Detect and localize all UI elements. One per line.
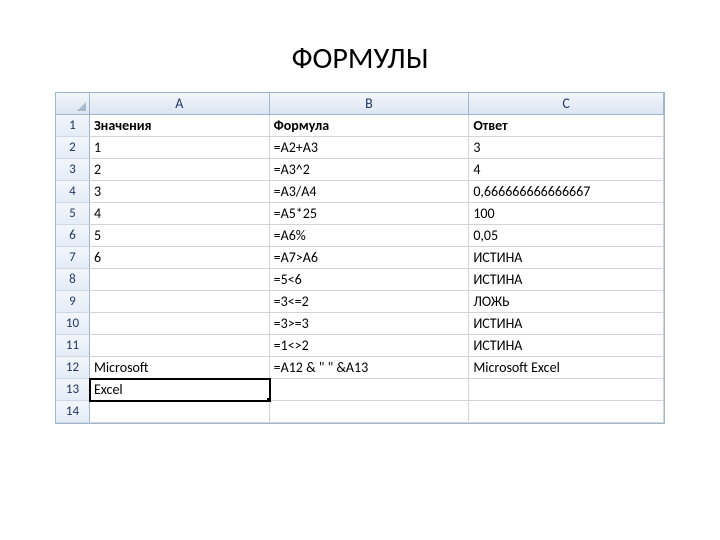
row-header-4[interactable]: 4 bbox=[56, 181, 90, 203]
cell-A9[interactable] bbox=[90, 291, 270, 313]
row-header-7[interactable]: 7 bbox=[56, 247, 90, 269]
cell-B10[interactable]: =3>=3 bbox=[270, 313, 470, 335]
row-header-11[interactable]: 11 bbox=[56, 335, 90, 357]
cell-C2[interactable]: 3 bbox=[469, 137, 664, 159]
cell-C10[interactable]: ИСТИНА bbox=[469, 313, 664, 335]
col-header-B[interactable]: B bbox=[270, 93, 470, 115]
row-header-12[interactable]: 12 bbox=[56, 357, 90, 379]
table-row: 4 3 =А3/А4 0,666666666666667 bbox=[56, 181, 664, 203]
table-row: 10 =3>=3 ИСТИНА bbox=[56, 313, 664, 335]
cell-B5[interactable]: =А5*25 bbox=[270, 203, 470, 225]
cell-C9[interactable]: ЛОЖЬ bbox=[469, 291, 664, 313]
cell-A10[interactable] bbox=[90, 313, 270, 335]
cell-A5[interactable]: 4 bbox=[90, 203, 270, 225]
cell-C14[interactable] bbox=[469, 401, 664, 423]
cell-B12[interactable]: =А12 & " " &А13 bbox=[270, 357, 470, 379]
cell-B7[interactable]: =А7>А6 bbox=[270, 247, 470, 269]
row-header-13[interactable]: 13 bbox=[56, 379, 90, 401]
cell-B9[interactable]: =3<=2 bbox=[270, 291, 470, 313]
cell-A2[interactable]: 1 bbox=[90, 137, 270, 159]
cell-C4[interactable]: 0,666666666666667 bbox=[469, 181, 664, 203]
row-header-9[interactable]: 9 bbox=[56, 291, 90, 313]
cell-A1[interactable]: Значения bbox=[90, 115, 270, 137]
row-header-2[interactable]: 2 bbox=[56, 137, 90, 159]
table-row: 13 Excel bbox=[56, 379, 664, 401]
col-header-A[interactable]: A bbox=[90, 93, 270, 115]
table-row: 11 =1<>2 ИСТИНА bbox=[56, 335, 664, 357]
cell-A8[interactable] bbox=[90, 269, 270, 291]
table-row: 9 =3<=2 ЛОЖЬ bbox=[56, 291, 664, 313]
cell-C8[interactable]: ИСТИНА bbox=[469, 269, 664, 291]
cell-B14[interactable] bbox=[270, 401, 470, 423]
table-row: 8 =5<6 ИСТИНА bbox=[56, 269, 664, 291]
table-row: 1 Значения Формула Ответ bbox=[56, 115, 664, 137]
col-header-C[interactable]: C bbox=[469, 93, 664, 115]
cell-C1[interactable]: Ответ bbox=[469, 115, 664, 137]
cell-C12[interactable]: Microsoft Excel bbox=[469, 357, 664, 379]
table-row: 7 6 =А7>А6 ИСТИНА bbox=[56, 247, 664, 269]
cell-A13[interactable]: Excel bbox=[90, 379, 270, 401]
cell-C3[interactable]: 4 bbox=[469, 159, 664, 181]
cell-B2[interactable]: =А2+А3 bbox=[270, 137, 470, 159]
cell-A4[interactable]: 3 bbox=[90, 181, 270, 203]
cell-C13[interactable] bbox=[469, 379, 664, 401]
cell-A12[interactable]: Microsoft bbox=[90, 357, 270, 379]
row-header-3[interactable]: 3 bbox=[56, 159, 90, 181]
cell-B3[interactable]: =А3^2 bbox=[270, 159, 470, 181]
spreadsheet-grid: A B C 1 Значения Формула Ответ 2 1 =А2+А… bbox=[55, 92, 665, 424]
table-row: 14 bbox=[56, 401, 664, 423]
cell-B11[interactable]: =1<>2 bbox=[270, 335, 470, 357]
cell-B4[interactable]: =А3/А4 bbox=[270, 181, 470, 203]
column-header-row: A B C bbox=[56, 93, 664, 115]
cell-A11[interactable] bbox=[90, 335, 270, 357]
cell-C7[interactable]: ИСТИНА bbox=[469, 247, 664, 269]
select-all-corner[interactable] bbox=[56, 93, 90, 115]
cell-A6[interactable]: 5 bbox=[90, 225, 270, 247]
table-row: 12 Microsoft =А12 & " " &А13 Microsoft E… bbox=[56, 357, 664, 379]
cell-C6[interactable]: 0,05 bbox=[469, 225, 664, 247]
cell-B8[interactable]: =5<6 bbox=[270, 269, 470, 291]
cell-A7[interactable]: 6 bbox=[90, 247, 270, 269]
cell-B1[interactable]: Формула bbox=[270, 115, 470, 137]
table-row: 5 4 =А5*25 100 bbox=[56, 203, 664, 225]
table-row: 6 5 =А6% 0,05 bbox=[56, 225, 664, 247]
page-title: ФОРМУЛЫ bbox=[0, 0, 720, 92]
row-header-10[interactable]: 10 bbox=[56, 313, 90, 335]
table-row: 2 1 =А2+А3 3 bbox=[56, 137, 664, 159]
cell-A3[interactable]: 2 bbox=[90, 159, 270, 181]
row-header-6[interactable]: 6 bbox=[56, 225, 90, 247]
row-header-5[interactable]: 5 bbox=[56, 203, 90, 225]
cell-B13[interactable] bbox=[270, 379, 470, 401]
cell-C5[interactable]: 100 bbox=[469, 203, 664, 225]
row-header-1[interactable]: 1 bbox=[56, 115, 90, 137]
row-header-14[interactable]: 14 bbox=[56, 401, 90, 423]
table-row: 3 2 =А3^2 4 bbox=[56, 159, 664, 181]
cell-B6[interactable]: =А6% bbox=[270, 225, 470, 247]
cell-C11[interactable]: ИСТИНА bbox=[469, 335, 664, 357]
cell-A14[interactable] bbox=[90, 401, 270, 423]
row-header-8[interactable]: 8 bbox=[56, 269, 90, 291]
